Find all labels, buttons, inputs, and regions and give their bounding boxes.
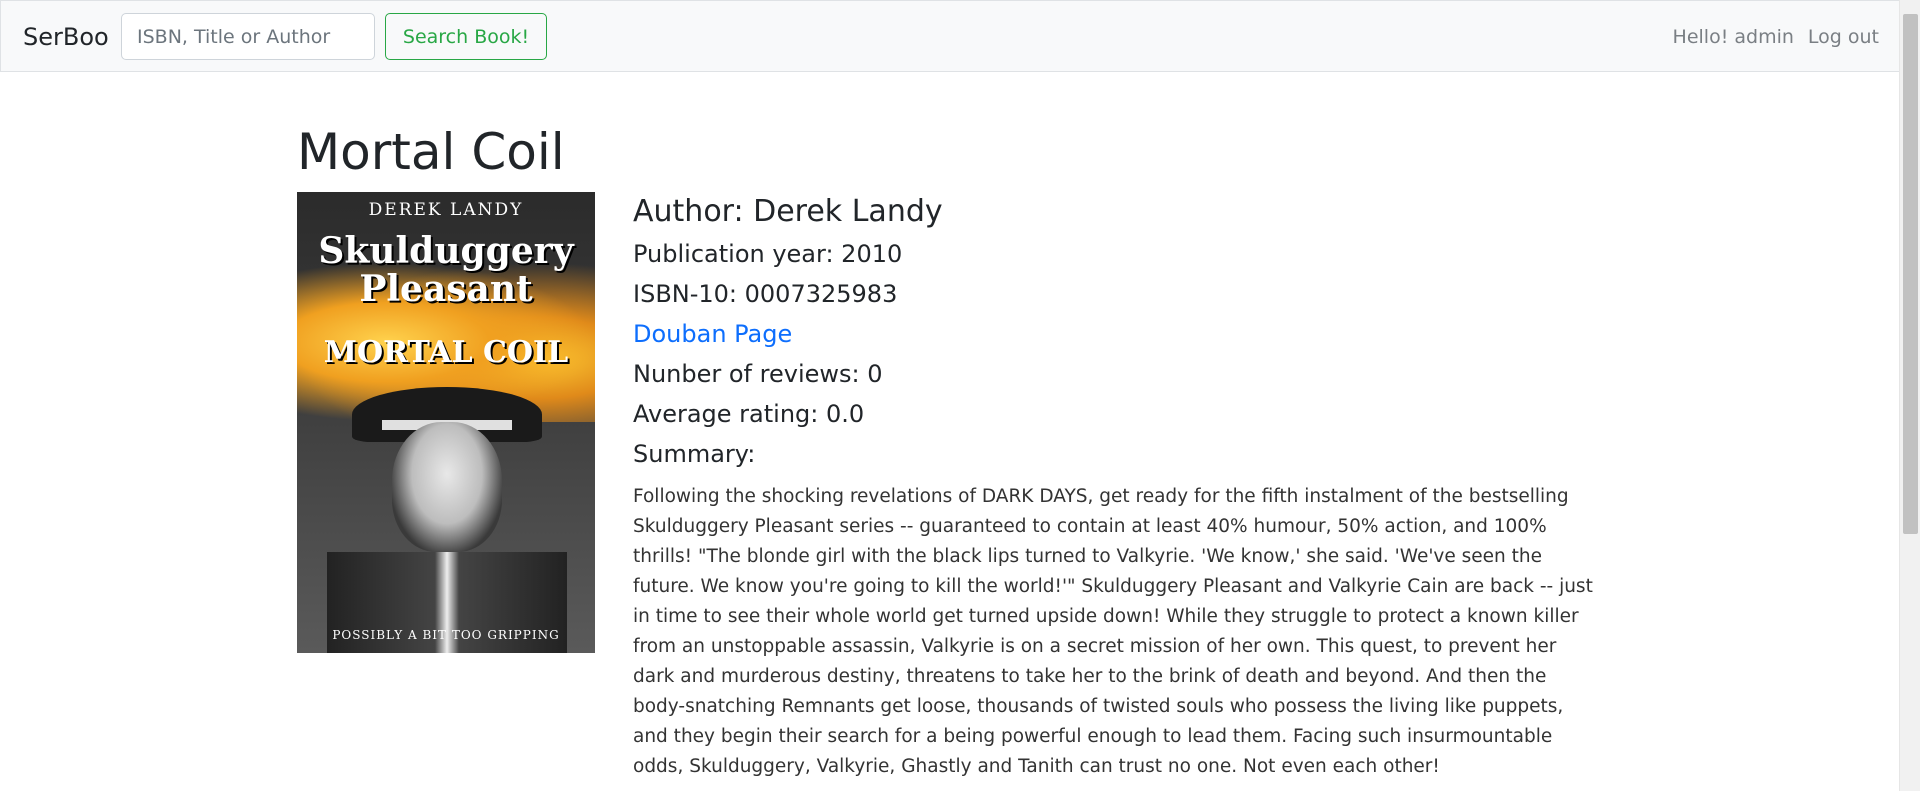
isbn-line: ISBN-10: 0007325983 — [633, 280, 898, 308]
search-button[interactable]: Search Book! — [385, 13, 547, 60]
brand-logo[interactable]: SerBoo — [23, 23, 109, 51]
logout-link[interactable]: Log out — [1808, 26, 1879, 48]
user-greeting-link[interactable]: Hello! admin — [1673, 26, 1794, 48]
average-rating-line: Average rating: 0.0 — [633, 400, 865, 428]
book-details: Author: Derek Landy Publication year: 20… — [633, 192, 1603, 782]
summary-text: Following the shocking revelations of DA… — [633, 486, 1593, 777]
scrollbar-thumb[interactable] — [1903, 14, 1918, 534]
cover-skull-art — [392, 422, 502, 552]
book-cover-image: DEREK LANDY Skulduggery Pleasant MORTAL … — [297, 192, 595, 653]
book-title: Mortal Coil — [297, 123, 565, 181]
douban-page-link[interactable]: Douban Page — [633, 314, 792, 354]
user-nav: Hello! admin Log out — [1673, 1, 1879, 73]
summary-label: Summary: — [633, 440, 756, 468]
publication-year-line: Publication year: 2010 — [633, 240, 903, 268]
author-line: Author: Derek Landy — [633, 194, 943, 229]
reviews-count-line: Nunber of reviews: 0 — [633, 360, 883, 388]
vertical-scrollbar[interactable] — [1899, 0, 1920, 791]
cover-subtitle-text: MORTAL COIL — [323, 335, 569, 370]
cover-author-text: DEREK LANDY — [368, 200, 524, 220]
navbar: SerBoo Search Book! Hello! admin Log out — [0, 0, 1899, 72]
cover-series-text: Skulduggery Pleasant — [318, 230, 574, 310]
cover-tagline-text: POSSIBLY A BIT TOO GRIPPING — [332, 628, 560, 642]
search-input[interactable] — [121, 13, 375, 60]
page: SerBoo Search Book! Hello! admin Log out… — [0, 0, 1920, 791]
